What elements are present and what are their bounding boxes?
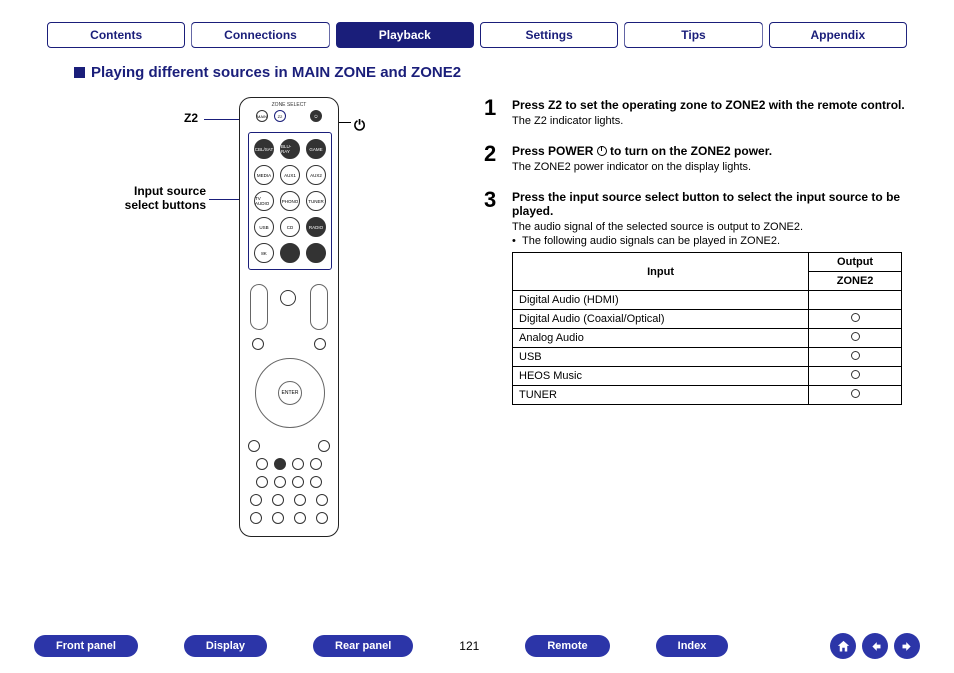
step-number: 1 bbox=[484, 95, 512, 129]
page-number: 121 bbox=[459, 639, 479, 653]
power-icon bbox=[597, 146, 607, 156]
section-heading: Playing different sources in MAIN ZONE a… bbox=[74, 64, 920, 81]
callout-z2: Z2 bbox=[184, 111, 198, 125]
cell-input: Digital Audio (Coaxial/Optical) bbox=[513, 310, 809, 329]
prev-page-button[interactable] bbox=[862, 633, 888, 659]
remote-illustration-panel: Z2 Input source select buttons ⏻ ZONE SE… bbox=[34, 89, 474, 579]
table-row: Analog Audio bbox=[513, 329, 902, 348]
src-btn: RADIO bbox=[306, 217, 326, 237]
remote-dpad: ENTER bbox=[255, 358, 325, 428]
input-source-highlight: CBL/SAT BLU-RAY GAME MEDIA AUX1 AUX2 TV … bbox=[248, 132, 332, 270]
zone-select-label: ZONE SELECT bbox=[240, 102, 338, 108]
step-desc: The Z2 indicator lights. bbox=[512, 115, 920, 127]
link-remote[interactable]: Remote bbox=[525, 635, 609, 657]
remote-outline: ZONE SELECT MAIN Z2 ⏻ CBL/SAT BLU-RAY GA… bbox=[239, 97, 339, 537]
step-desc: The ZONE2 power indicator on the display… bbox=[512, 161, 920, 173]
src-btn: CBL/SAT bbox=[254, 139, 274, 159]
src-btn: PHONO bbox=[280, 191, 300, 211]
link-front-panel[interactable]: Front panel bbox=[34, 635, 138, 657]
supported-icon bbox=[851, 389, 860, 398]
remote-btn-power: ⏻ bbox=[310, 110, 322, 122]
manual-page: Contents Connections Playback Settings T… bbox=[0, 0, 954, 673]
cell-input: USB bbox=[513, 348, 809, 367]
step-number: 3 bbox=[484, 187, 512, 405]
cell-input: Digital Audio (HDMI) bbox=[513, 291, 809, 310]
arrow-right-icon bbox=[900, 639, 915, 654]
step-number: 2 bbox=[484, 141, 512, 175]
tab-tips[interactable]: Tips bbox=[624, 22, 762, 48]
content-body: Z2 Input source select buttons ⏻ ZONE SE… bbox=[34, 85, 920, 579]
top-tabs: Contents Connections Playback Settings T… bbox=[34, 22, 920, 54]
src-btn: MEDIA bbox=[254, 165, 274, 185]
cell-input: TUNER bbox=[513, 386, 809, 405]
supported-icon bbox=[851, 313, 860, 322]
arrow-left-icon bbox=[868, 639, 883, 654]
cell-input: Analog Audio bbox=[513, 329, 809, 348]
src-btn: TV AUDIO bbox=[254, 191, 274, 211]
src-btn: 8K bbox=[254, 243, 274, 263]
tab-connections[interactable]: Connections bbox=[191, 22, 329, 48]
step-bullet: The following audio signals can be playe… bbox=[512, 235, 920, 247]
section-heading-text: Playing different sources in MAIN ZONE a… bbox=[91, 64, 461, 81]
cell-zone2 bbox=[809, 367, 902, 386]
supported-icon bbox=[851, 332, 860, 341]
input-source-grid: CBL/SAT BLU-RAY GAME MEDIA AUX1 AUX2 TV … bbox=[249, 133, 331, 269]
power-icon: ⏻ bbox=[354, 117, 365, 134]
table-row: TUNER bbox=[513, 386, 902, 405]
link-display[interactable]: Display bbox=[184, 635, 267, 657]
table-row: Digital Audio (Coaxial/Optical) bbox=[513, 310, 902, 329]
remote-btn-misc bbox=[252, 338, 264, 350]
src-btn: BLU-RAY bbox=[280, 139, 300, 159]
table-row: Digital Audio (HDMI) bbox=[513, 291, 902, 310]
remote-btn-misc bbox=[314, 338, 326, 350]
supported-icon bbox=[851, 351, 860, 360]
src-btn bbox=[306, 243, 326, 263]
src-btn: GAME bbox=[306, 139, 326, 159]
step-title: Press Z2 to set the operating zone to ZO… bbox=[512, 98, 920, 112]
remote-btn-z2: Z2 bbox=[274, 110, 286, 122]
step-3: 3 Press the input source select button t… bbox=[484, 187, 920, 405]
zone2-signal-table: Input Output ZONE2 Digital Audio (HDMI)D… bbox=[512, 252, 902, 405]
supported-icon bbox=[851, 370, 860, 379]
tab-settings[interactable]: Settings bbox=[480, 22, 618, 48]
next-page-button[interactable] bbox=[894, 633, 920, 659]
cell-zone2 bbox=[809, 348, 902, 367]
cell-zone2 bbox=[809, 329, 902, 348]
remote-btn-main: MAIN bbox=[256, 110, 268, 122]
src-btn: AUX1 bbox=[280, 165, 300, 185]
home-button[interactable] bbox=[830, 633, 856, 659]
step-2: 2 Press POWER to turn on the ZONE2 power… bbox=[484, 141, 920, 175]
step-title: Press POWER to turn on the ZONE2 power. bbox=[512, 144, 920, 158]
table-body: Digital Audio (HDMI)Digital Audio (Coaxi… bbox=[513, 291, 902, 405]
src-btn: TUNER bbox=[306, 191, 326, 211]
link-rear-panel[interactable]: Rear panel bbox=[313, 635, 413, 657]
th-output: Output bbox=[809, 253, 902, 272]
cell-input: HEOS Music bbox=[513, 367, 809, 386]
table-row: USB bbox=[513, 348, 902, 367]
src-btn: USB bbox=[254, 217, 274, 237]
cell-zone2 bbox=[809, 386, 902, 405]
square-bullet-icon bbox=[74, 67, 85, 78]
home-icon bbox=[836, 639, 851, 654]
remote-btn-misc bbox=[280, 290, 296, 306]
cell-zone2 bbox=[809, 291, 902, 310]
callout-input-sources: Input source select buttons bbox=[96, 184, 206, 212]
step-title: Press the input source select button to … bbox=[512, 190, 920, 218]
src-btn: CD bbox=[280, 217, 300, 237]
table-row: HEOS Music bbox=[513, 367, 902, 386]
th-input: Input bbox=[513, 253, 809, 291]
src-btn bbox=[280, 243, 300, 263]
tab-appendix[interactable]: Appendix bbox=[769, 22, 907, 48]
link-index[interactable]: Index bbox=[656, 635, 729, 657]
remote-btn-enter: ENTER bbox=[278, 381, 302, 405]
tab-contents[interactable]: Contents bbox=[47, 22, 185, 48]
tab-playback[interactable]: Playback bbox=[336, 22, 474, 48]
step-desc: The audio signal of the selected source … bbox=[512, 221, 920, 233]
th-zone2: ZONE2 bbox=[809, 272, 902, 291]
instructions-panel: 1 Press Z2 to set the operating zone to … bbox=[484, 89, 920, 579]
step-1: 1 Press Z2 to set the operating zone to … bbox=[484, 95, 920, 129]
bottom-nav: Front panel Display Rear panel 121 Remot… bbox=[34, 633, 920, 659]
cell-zone2 bbox=[809, 310, 902, 329]
src-btn: AUX2 bbox=[306, 165, 326, 185]
